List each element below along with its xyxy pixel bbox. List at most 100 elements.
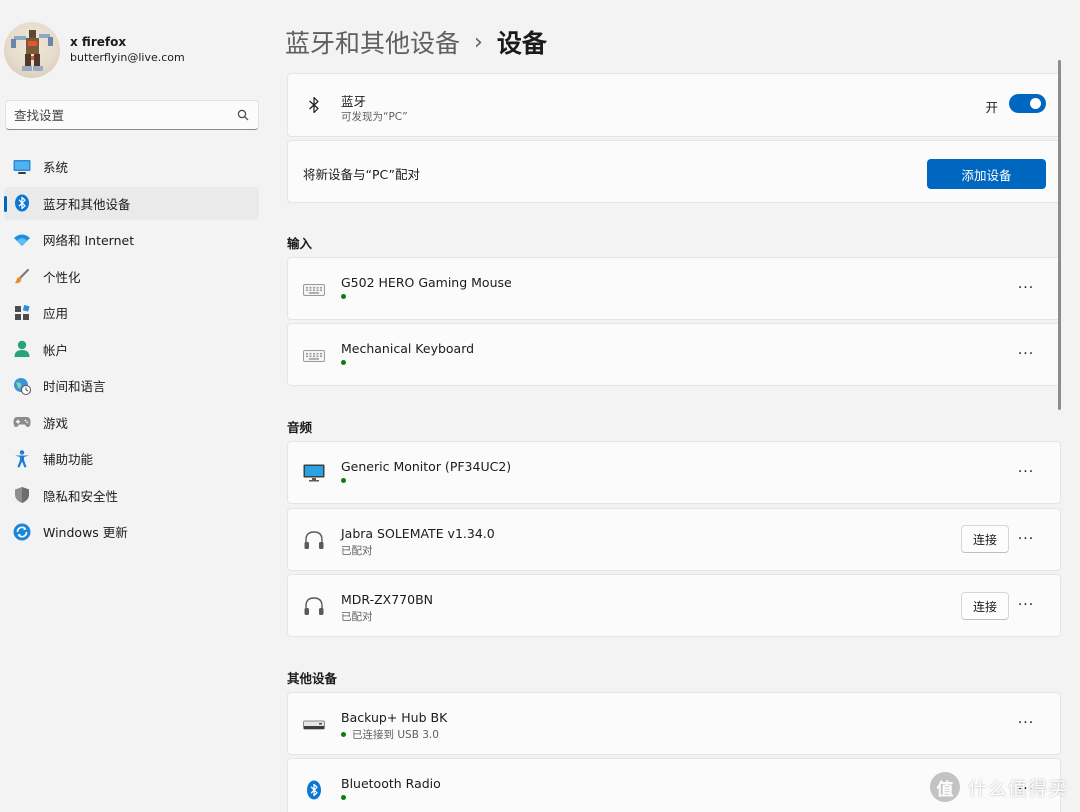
more-options-icon[interactable]: ···	[1014, 593, 1038, 617]
bluetooth-title: 蓝牙	[341, 94, 367, 109]
sidebar-item-network[interactable]: 网络和 Internet	[4, 223, 259, 256]
shield-icon	[13, 486, 31, 504]
connected-dot-icon	[341, 360, 346, 365]
sidebar-item-label: 应用	[43, 306, 69, 321]
pair-device-label: 将新设备与“PC”配对	[303, 167, 420, 182]
sidebar-nav: 系统 蓝牙和其他设备 网络和 Internet 个性化 应用 帐户 时间和语言 …	[4, 150, 259, 552]
search-box[interactable]	[5, 100, 259, 130]
watermark: 值 什么值得买	[929, 772, 1068, 802]
device-name: Backup+ Hub BK	[341, 710, 448, 725]
device-name: MDR-ZX770BN	[341, 592, 434, 607]
sidebar: x firefox butterflyin@live.com 系统 蓝牙和其他设…	[0, 0, 270, 812]
bluetooth-subtitle: 可发现为“PC”	[341, 111, 408, 123]
connect-button[interactable]: 连接	[961, 525, 1009, 553]
more-options-icon[interactable]: ···	[1014, 527, 1038, 551]
connected-status	[341, 294, 352, 299]
connected-status	[341, 795, 352, 800]
breadcrumb: 蓝牙和其他设备 › 设备	[285, 22, 547, 62]
device-name: G502 HERO Gaming Mouse	[341, 275, 512, 290]
sidebar-item-privacy[interactable]: 隐私和安全性	[4, 479, 259, 512]
bluetooth-icon	[13, 194, 31, 212]
connected-dot-icon	[341, 478, 346, 483]
search-input[interactable]	[14, 107, 236, 123]
connect-button[interactable]: 连接	[961, 592, 1009, 620]
sidebar-item-time-language[interactable]: 时间和语言	[4, 369, 259, 402]
bluetooth-card: 蓝牙 可发现为“PC” 开	[287, 73, 1061, 137]
keyboard-icon	[302, 344, 326, 368]
device-row[interactable]: Backup+ Hub BK 已连接到 USB 3.0 ···	[287, 692, 1061, 755]
toggle-state-label: 开	[985, 100, 998, 115]
bluetooth-icon	[302, 778, 326, 802]
add-device-button[interactable]: 添加设备	[927, 159, 1046, 189]
drive-icon	[302, 713, 326, 737]
sidebar-item-windows-update[interactable]: Windows 更新	[4, 515, 259, 548]
device-row[interactable]: G502 HERO Gaming Mouse ···	[287, 257, 1061, 320]
more-options-icon[interactable]: ···	[1014, 460, 1038, 484]
apps-icon	[13, 304, 31, 322]
sidebar-item-label: 网络和 Internet	[43, 233, 135, 248]
sidebar-item-label: 系统	[43, 160, 69, 175]
user-profile[interactable]: x firefox butterflyin@live.com	[4, 22, 185, 78]
headphones-icon	[302, 594, 326, 618]
sidebar-item-gaming[interactable]: 游戏	[4, 406, 259, 439]
pairing-status: 已配对	[341, 545, 373, 557]
update-icon	[13, 523, 31, 541]
device-name: Jabra SOLEMATE v1.34.0	[341, 526, 495, 541]
connected-dot-icon	[341, 294, 346, 299]
connected-status	[341, 478, 352, 483]
time-language-icon	[13, 377, 31, 395]
connected-status	[341, 360, 352, 365]
sidebar-item-label: 蓝牙和其他设备	[43, 196, 131, 212]
pairing-status: 已配对	[341, 611, 373, 623]
chevron-right-icon: ›	[474, 29, 483, 55]
monitor-icon	[302, 461, 326, 485]
connected-status: 已连接到 USB 3.0	[341, 727, 439, 742]
brush-icon	[13, 267, 31, 285]
sidebar-item-accessibility[interactable]: 辅助功能	[4, 442, 259, 475]
pair-device-card: 将新设备与“PC”配对 添加设备	[287, 140, 1061, 203]
scrollbar[interactable]	[1058, 60, 1061, 410]
more-options-icon[interactable]: ···	[1014, 711, 1038, 735]
device-row[interactable]: Generic Monitor (PF34UC2) ···	[287, 441, 1061, 504]
breadcrumb-parent[interactable]: 蓝牙和其他设备	[285, 24, 460, 60]
avatar[interactable]	[4, 22, 60, 78]
wifi-icon	[13, 231, 31, 249]
account-icon	[13, 340, 31, 358]
section-title-input: 输入	[287, 236, 313, 251]
section-title-other: 其他设备	[287, 671, 338, 686]
headphones-icon	[302, 528, 326, 552]
sidebar-item-label: 辅助功能	[43, 452, 94, 467]
sidebar-item-system[interactable]: 系统	[4, 150, 259, 183]
connected-dot-icon	[341, 732, 346, 737]
sidebar-item-accounts[interactable]: 帐户	[4, 333, 259, 366]
sidebar-item-personalization[interactable]: 个性化	[4, 260, 259, 293]
accessibility-icon	[13, 449, 31, 468]
profile-email: butterflyin@live.com	[70, 51, 185, 64]
sidebar-item-label: Windows 更新	[43, 525, 128, 540]
device-row[interactable]: MDR-ZX770BN 已配对 连接 ···	[287, 574, 1061, 637]
system-icon	[13, 158, 31, 176]
device-name: Mechanical Keyboard	[341, 341, 475, 356]
search-icon[interactable]	[236, 108, 250, 122]
main-content: 蓝牙和其他设备 › 设备 蓝牙 可发现为“PC” 开 将新设备与“PC”配对 添…	[285, 0, 1062, 812]
watermark-text: 什么值得买	[967, 777, 1068, 800]
device-name: Generic Monitor (PF34UC2)	[341, 459, 512, 474]
page-title: 设备	[496, 29, 547, 58]
bluetooth-icon	[302, 93, 326, 117]
sidebar-item-label: 隐私和安全性	[43, 488, 119, 504]
connection-label: 已连接到 USB 3.0	[352, 729, 439, 741]
sidebar-item-label: 个性化	[43, 269, 81, 285]
watermark-logo: 值	[929, 772, 960, 802]
device-row[interactable]: Mechanical Keyboard ···	[287, 323, 1061, 386]
gamepad-icon	[13, 413, 31, 431]
sidebar-item-label: 游戏	[43, 415, 69, 431]
more-options-icon[interactable]: ···	[1014, 276, 1038, 300]
device-row[interactable]: Jabra SOLEMATE v1.34.0 已配对 连接 ···	[287, 508, 1061, 571]
sidebar-item-label: 帐户	[43, 342, 69, 358]
sidebar-item-bluetooth-devices[interactable]: 蓝牙和其他设备	[4, 186, 259, 220]
bluetooth-toggle[interactable]	[1009, 94, 1046, 113]
connected-dot-icon	[341, 795, 346, 800]
more-options-icon[interactable]: ···	[1014, 342, 1038, 366]
profile-name: x firefox	[70, 35, 127, 49]
sidebar-item-apps[interactable]: 应用	[4, 296, 259, 329]
